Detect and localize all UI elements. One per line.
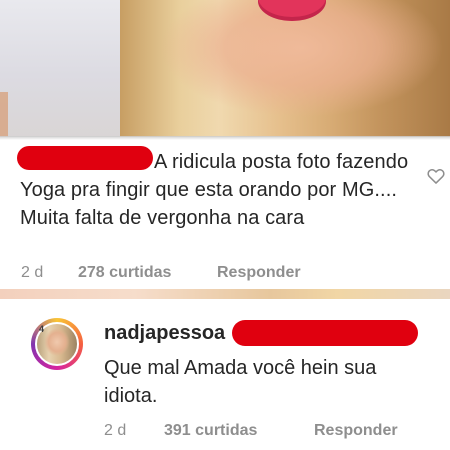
comment-1-time: 2 d — [21, 264, 44, 281]
comment-2-username[interactable]: nadjapessoa — [104, 322, 225, 345]
comment-1-text: A ridicula posta foto fazendo Yoga pra f… — [20, 148, 410, 232]
comment-1-first-line: A ridicula posta foto — [154, 151, 331, 173]
post-photo-strip — [0, 0, 450, 137]
avatar-badge-number: 4 — [39, 324, 45, 334]
comment-1-likes[interactable]: 278 curtidas — [78, 264, 171, 282]
photo-left-panel — [0, 0, 120, 137]
comment-2-likes[interactable]: 391 curtidas — [164, 422, 257, 440]
photo-divider — [0, 136, 450, 140]
comment-2-reply-button[interactable]: Responder — [314, 422, 398, 440]
screenshot-divider-strip — [0, 289, 450, 299]
comment-1-reply-button[interactable]: Responder — [217, 264, 301, 282]
heart-icon[interactable] — [426, 166, 446, 186]
comment-2-text: Que mal Amada você hein sua idiota. — [104, 357, 377, 407]
redacted-mention-2 — [232, 320, 418, 346]
comment-2-time: 2 d — [104, 422, 127, 439]
